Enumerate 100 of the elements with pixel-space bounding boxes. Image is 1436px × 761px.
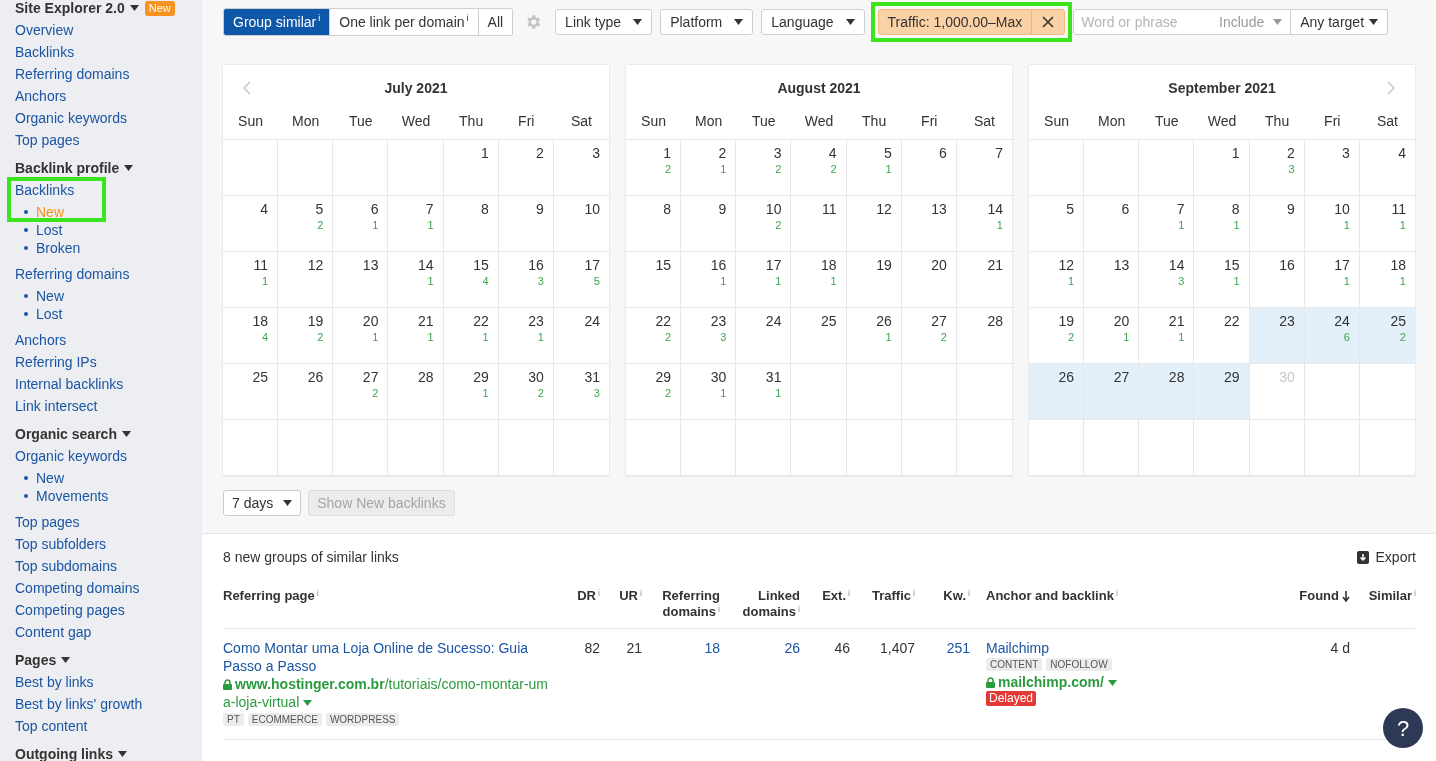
calendar-day[interactable]: 28	[388, 364, 444, 420]
calendar-day[interactable]: 24 6	[1304, 308, 1360, 364]
metric-link[interactable]: 251	[946, 640, 970, 656]
calendar-day[interactable]: 19	[846, 252, 902, 308]
calendar-day[interactable]: 11	[791, 196, 847, 252]
calendar-day[interactable]: 17 1	[736, 252, 792, 308]
section-heading[interactable]: Organic search	[15, 423, 117, 445]
calendar-day[interactable]: 2 3	[1249, 140, 1305, 196]
sidebar-link[interactable]: Best by links' growth	[15, 693, 143, 715]
calendar-day[interactable]: 3	[553, 140, 609, 196]
period-dropdown[interactable]: 7 days	[223, 490, 302, 516]
calendar-day[interactable]: 9	[681, 196, 737, 252]
sidebar-link[interactable]: Top pages	[15, 511, 80, 533]
calendar-day[interactable]: 23 1	[498, 308, 554, 364]
sidebar-link[interactable]: Top pages	[15, 129, 80, 151]
calendar-day[interactable]: 24	[736, 308, 792, 364]
target-url-link[interactable]: mailchimp.com/	[998, 674, 1104, 690]
calendar-day[interactable]: 13	[333, 252, 389, 308]
calendar-day[interactable]: 13	[901, 196, 957, 252]
calendar-day[interactable]: 8 1	[1194, 196, 1250, 252]
sidebar-link[interactable]: Top content	[15, 715, 88, 737]
calendar-day[interactable]: 9	[498, 196, 554, 252]
calendar-day[interactable]: 2	[498, 140, 554, 196]
calendar-day[interactable]: 8	[626, 196, 682, 252]
calendar-day[interactable]: 11 1	[223, 252, 279, 308]
calendar-day[interactable]: 7	[956, 140, 1012, 196]
calendar-day[interactable]: 15	[626, 252, 682, 308]
chevron-left-icon[interactable]	[243, 81, 251, 95]
section-heading[interactable]: Backlink profile	[15, 157, 120, 179]
sidebar-link[interactable]: Backlinks	[15, 41, 75, 63]
calendar-day[interactable]: 27	[1084, 364, 1140, 420]
calendar-day[interactable]: 7 1	[388, 196, 444, 252]
calendar-day[interactable]: 2 1	[681, 140, 737, 196]
calendar-day[interactable]: 19 2	[278, 308, 334, 364]
sidebar-link[interactable]: Overview	[15, 19, 74, 41]
calendar-day[interactable]: 22 1	[443, 308, 499, 364]
sidebar-link[interactable]: Anchors	[15, 329, 67, 351]
page-url-link[interactable]: www.hostinger.com.br/tutoriais/como-montar-uma-loja-virtual	[223, 675, 548, 711]
calendar-day[interactable]: 25	[791, 308, 847, 364]
calendar-day[interactable]: 24	[553, 308, 609, 364]
calendar-day[interactable]: 6 1	[333, 196, 389, 252]
calendar-day[interactable]: 14 3	[1139, 252, 1195, 308]
sidebar-link[interactable]: Referring domains	[15, 63, 130, 85]
calendar-day[interactable]: 26	[278, 364, 334, 420]
sidebar-link[interactable]: Anchors	[15, 85, 67, 107]
calendar-day[interactable]: 25	[223, 364, 279, 420]
calendar-day[interactable]: 21 1	[388, 308, 444, 364]
mode-tab[interactable]: All	[478, 8, 514, 36]
calendar-day[interactable]: 5	[1029, 196, 1085, 252]
calendar-day[interactable]: 12	[278, 252, 334, 308]
filter-dropdown[interactable]: Language	[761, 9, 865, 35]
calendar-day[interactable]: 11 1	[1359, 196, 1415, 252]
sidebar-link[interactable]: Content gap	[15, 621, 92, 643]
metric-link[interactable]: 26	[784, 640, 800, 656]
calendar-day[interactable]: 4 2	[791, 140, 847, 196]
calendar-day[interactable]: 1	[443, 140, 499, 196]
export-button[interactable]: Export	[1356, 547, 1416, 568]
calendar-day[interactable]: 10 2	[736, 196, 792, 252]
calendar-day[interactable]: 8	[443, 196, 499, 252]
sidebar-link[interactable]: Organic keywords	[15, 445, 128, 467]
column-header[interactable]: Referring page$^{i}$	[223, 588, 319, 604]
calendar-day[interactable]: 28	[1139, 364, 1195, 420]
section-heading[interactable]: Outgoing links	[15, 743, 113, 761]
sidebar-link[interactable]: Best by links	[15, 671, 94, 693]
calendar-day[interactable]: 15 4	[443, 252, 499, 308]
calendar-day[interactable]: 14 1	[956, 196, 1012, 252]
calendar-day[interactable]: 20	[901, 252, 957, 308]
filter-chip[interactable]: Traffic: 1,000.00–Max	[877, 9, 1066, 35]
calendar-day[interactable]: 1 2	[626, 140, 682, 196]
calendar-day[interactable]: 10 1	[1304, 196, 1360, 252]
calendar-day[interactable]: 12	[846, 196, 902, 252]
calendar-day[interactable]: 6	[1084, 196, 1140, 252]
calendar-day[interactable]: 20 1	[333, 308, 389, 364]
calendar-day[interactable]: 27 2	[901, 308, 957, 364]
calendar-day[interactable]: 31 1	[736, 364, 792, 420]
calendar-day[interactable]: 16 1	[681, 252, 737, 308]
calendar-day[interactable]: 10	[553, 196, 609, 252]
sidebar-link[interactable]: Top subdomains	[15, 555, 117, 577]
calendar-day[interactable]: 9	[1249, 196, 1305, 252]
chevron-right-icon[interactable]	[1387, 81, 1395, 95]
calendar-day[interactable]: 23	[1249, 308, 1305, 364]
sidebar-link[interactable]: Competing domains	[15, 577, 140, 599]
calendar-day[interactable]: 22 2	[626, 308, 682, 364]
calendar-day[interactable]: 21	[956, 252, 1012, 308]
calendar-day[interactable]: 26 1	[846, 308, 902, 364]
calendar-day[interactable]: 29	[1194, 364, 1250, 420]
sidebar-link[interactable]: Competing pages	[15, 599, 125, 621]
calendar-day[interactable]: 30 1	[681, 364, 737, 420]
section-heading[interactable]: Site Explorer 2.0	[15, 0, 125, 19]
calendar-day[interactable]: 17 5	[553, 252, 609, 308]
calendar-day[interactable]: 29 1	[443, 364, 499, 420]
calendar-day[interactable]: 5 1	[846, 140, 902, 196]
calendar-day[interactable]: 28	[956, 308, 1012, 364]
sidebar-link[interactable]: Referring IPs	[15, 351, 97, 373]
metric-link[interactable]: 18	[704, 640, 720, 656]
calendar-day[interactable]: 18 4	[223, 308, 279, 364]
calendar-day[interactable]: 25 2	[1359, 308, 1415, 364]
calendar-day[interactable]: 4	[1359, 140, 1415, 196]
sidebar-link[interactable]: Internal backlinks	[15, 373, 124, 395]
calendar-day[interactable]: 15 1	[1194, 252, 1250, 308]
